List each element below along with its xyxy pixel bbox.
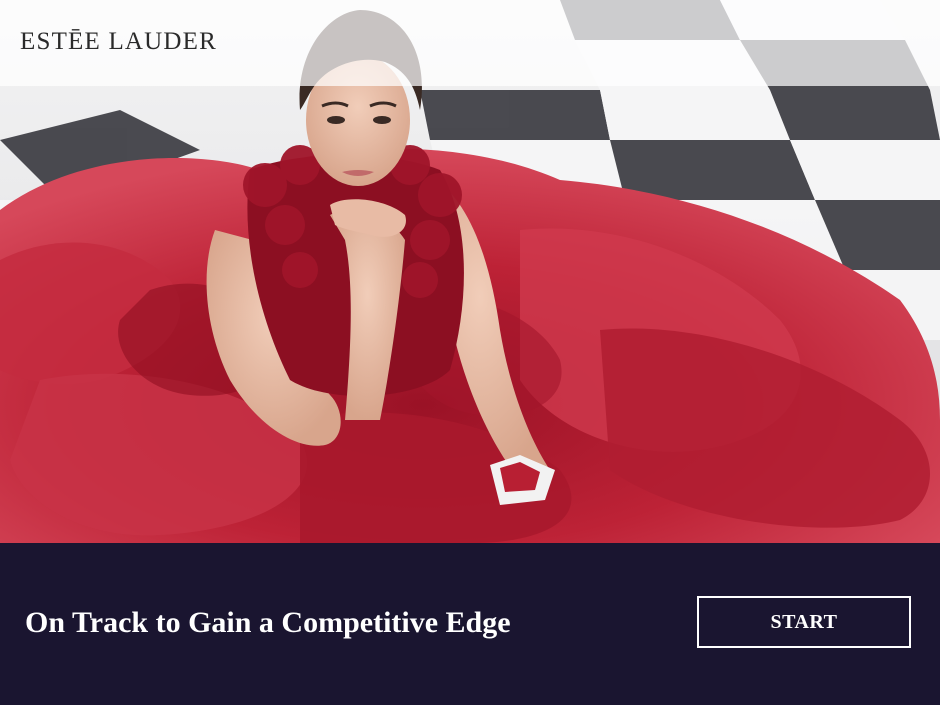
course-headline: On Track to Gain a Competitive Edge (25, 606, 511, 639)
brand-logo: ESTĒE LAUDER (20, 28, 218, 55)
start-button[interactable]: START (697, 596, 911, 648)
course-title-screen: ESTĒE LAUDER On Track to Gain a Competit… (0, 0, 940, 705)
brand-header: ESTĒE LAUDER (0, 0, 940, 86)
hero-photo: ESTĒE LAUDER (0, 0, 940, 543)
footer-panel: On Track to Gain a Competitive Edge STAR… (0, 543, 940, 705)
